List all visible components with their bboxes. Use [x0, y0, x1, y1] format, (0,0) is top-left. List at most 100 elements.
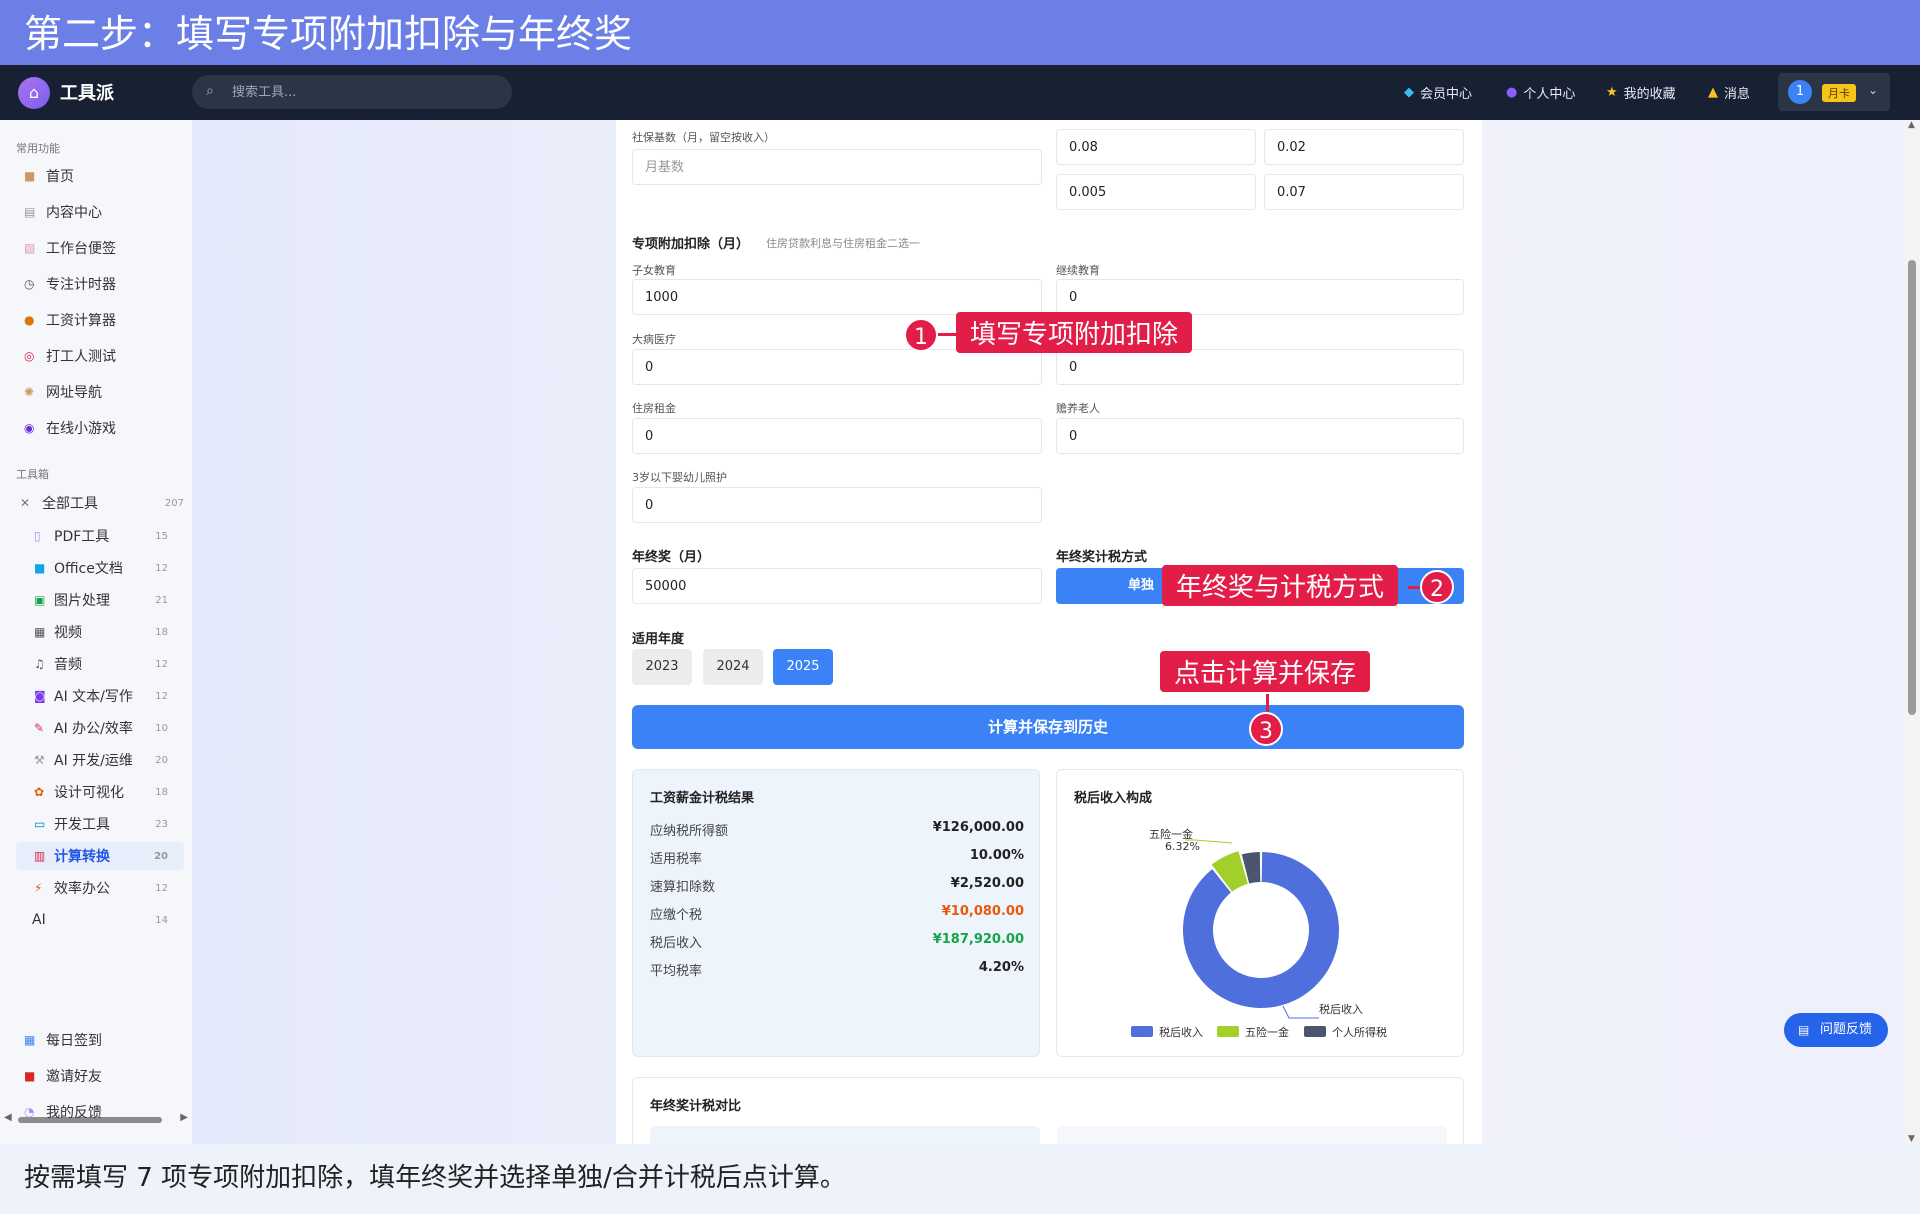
nav-favorites[interactable]: ★ 我的收藏 — [1606, 83, 1676, 102]
calculate-save-button[interactable]: 计算并保存到历史 — [632, 705, 1464, 749]
legend-swatch[interactable] — [1217, 1026, 1239, 1037]
sidebar-item-video[interactable]: ▦ 视频 18 — [16, 618, 184, 646]
step-banner: 第二步：填写专项附加扣除与年终奖 — [0, 0, 1920, 65]
annotation-label-1: 填写专项附加扣除 — [956, 312, 1193, 353]
nav-member-center[interactable]: ◆ 会员中心 — [1404, 83, 1472, 102]
sidebar-item-checkin[interactable]: ▦ 每日签到 — [24, 1026, 184, 1054]
rent-input[interactable] — [632, 418, 1042, 454]
housing-loan-input[interactable] — [1056, 349, 1464, 385]
sidebar-item-salary[interactable]: ● 工资计算器 — [24, 306, 184, 334]
house-icon: ■ — [24, 169, 36, 183]
stopwatch-icon: ◷ — [24, 277, 35, 291]
year-label: 适用年度 — [632, 632, 685, 647]
sidebar-item-devtools[interactable]: ▭ 开发工具 23 — [16, 810, 184, 838]
year-2025-button[interactable]: 2025 — [773, 649, 833, 685]
scrollbar-thumb[interactable] — [1908, 260, 1916, 715]
sidebar-item-audio[interactable]: ♫ 音频 12 — [16, 650, 184, 678]
infant-input[interactable] — [632, 487, 1042, 523]
sidebar-item-design[interactable]: ✿ 设计可视化 18 — [16, 778, 184, 806]
page-vertical-scrollbar[interactable]: ▲ ▼ — [1904, 120, 1920, 1144]
feedback-button[interactable]: ▤ 问题反馈 — [1784, 1013, 1888, 1047]
scroll-up-arrow-icon[interactable]: ▲ — [1908, 120, 1915, 130]
sidebar-section-common: 常用功能 — [16, 142, 60, 155]
deduction-section-title: 专项附加扣除（月） — [632, 237, 750, 252]
step-caption: 按需填写 7 项专项附加扣除，填年终奖并选择单独/合并计税后点计算。 — [0, 1144, 1920, 1214]
bell-icon: ▲ — [1708, 85, 1718, 100]
medical-rate-input[interactable] — [1264, 129, 1464, 165]
scroll-left-arrow-icon[interactable]: ◀ — [4, 1112, 12, 1123]
housing-fund-rate-input[interactable] — [1264, 174, 1464, 210]
robot-icon: ◙ — [34, 689, 46, 703]
elder-input[interactable] — [1056, 418, 1464, 454]
sidebar-item-image[interactable]: ▣ 图片处理 21 — [16, 586, 184, 614]
sidebar-item-calc-convert[interactable]: ▥ 计算转换 20 — [16, 842, 184, 870]
comparison-title: 年终奖计税对比 — [650, 1099, 742, 1114]
income-composition-card: 税后收入构成 五险一金 6.32% 税后收入 税后收入 五险一金 个人所得税 — [1056, 769, 1464, 1057]
sidebar-item-invite[interactable]: ■ 邀请好友 — [24, 1062, 184, 1090]
nav-personal-center[interactable]: ● 个人中心 — [1506, 83, 1575, 102]
result-row: 平均税率 4.20% — [650, 960, 1024, 979]
unemployment-rate-input[interactable] — [1056, 174, 1256, 210]
callout-label-after-tax: 税后收入 — [1319, 1002, 1363, 1016]
abacus-icon: ▥ — [34, 849, 46, 863]
nav-messages[interactable]: ▲ 消息 — [1708, 83, 1750, 102]
year-2023-button[interactable]: 2023 — [632, 649, 692, 685]
logo-icon[interactable]: ⌂ — [18, 77, 50, 109]
sidebar-item-home[interactable]: ■ 首页 — [24, 162, 184, 190]
sidebar-item-office[interactable]: ■ Office文档 12 — [16, 554, 184, 582]
user-menu[interactable]: 1 月卡 ⌄ — [1778, 73, 1890, 111]
search-input[interactable] — [232, 75, 502, 109]
chevron-down-icon: ⌄ — [1868, 83, 1879, 97]
scroll-down-arrow-icon[interactable]: ▼ — [1908, 1134, 1915, 1144]
sidebar-item-ai-writing[interactable]: ◙ AI 文本/写作 12 — [16, 682, 184, 710]
sidebar-item-notes[interactable]: ▧ 工作台便签 — [24, 234, 184, 262]
sidebar-item-all-tools[interactable]: ✕ 全部工具 207 — [20, 489, 188, 517]
sidebar-item-nav[interactable]: ✺ 网址导航 — [24, 378, 184, 406]
child-edu-label: 子女教育 — [632, 264, 676, 277]
laptop-icon: ▭ — [34, 817, 46, 831]
legend-swatch[interactable] — [1131, 1026, 1153, 1037]
legend-label: 个人所得税 — [1332, 1025, 1387, 1039]
legend-label: 五险一金 — [1245, 1025, 1289, 1039]
sidebar-item-ai[interactable]: AI 14 — [16, 906, 184, 934]
bonus-input[interactable] — [632, 568, 1042, 604]
sidebar-item-ai-dev[interactable]: ⚒ AI 开发/运维 20 — [16, 746, 184, 774]
search-box[interactable]: ⌕ — [192, 75, 512, 109]
callout-line-after-tax — [1282, 1005, 1319, 1019]
continue-edu-label: 继续教育 — [1056, 264, 1100, 277]
result-row: 速算扣除数 ¥2,520.00 — [650, 876, 1024, 895]
continue-edu-input[interactable] — [1056, 279, 1464, 315]
donut-slice-0[interactable] — [1183, 852, 1339, 1008]
year-2024-button[interactable]: 2024 — [703, 649, 763, 685]
sidebar-item-timer[interactable]: ◷ 专注计时器 — [24, 270, 184, 298]
logo-text[interactable]: 工具派 — [60, 79, 114, 105]
sidebar-item-ai-office[interactable]: ✎ AI 办公/效率 10 — [16, 714, 184, 742]
sidebar-item-feedback[interactable]: ◔ 我的反馈 — [24, 1098, 184, 1126]
newspaper-icon: ▤ — [24, 205, 36, 219]
sidebar-item-games[interactable]: ◉ 在线小游戏 — [24, 414, 184, 442]
annotation-marker-2: 2 — [1420, 570, 1454, 604]
annotation-label-3: 点击计算并保存 — [1160, 651, 1371, 692]
sidebar: 常用功能 ■ 首页 ▤ 内容中心 ▧ 工作台便签 ◷ 专注计时器 ● 工资计算器 ◎ 打工人… — [0, 120, 192, 1144]
medical-input[interactable] — [632, 349, 1042, 385]
sidebar-item-worker-test[interactable]: ◎ 打工人测试 — [24, 342, 184, 370]
tools-icon: ✕ — [20, 496, 31, 510]
blue-book-icon: ■ — [34, 561, 46, 575]
star-icon: ★ — [1606, 85, 1618, 100]
callout-label-wuxian: 五险一金 — [1149, 827, 1193, 841]
pension-rate-input[interactable] — [1056, 129, 1256, 165]
sidebar-item-content[interactable]: ▤ 内容中心 — [24, 198, 184, 226]
membership-badge: 月卡 — [1822, 84, 1856, 102]
annotation-label-2: 年终奖与计税方式 — [1162, 565, 1399, 606]
child-edu-input[interactable] — [632, 279, 1042, 315]
donut-chart: 五险一金6.32%税后收入税后收入 五险一金 个人所得税 — [1131, 827, 1387, 1039]
gem-icon: ◆ — [1404, 85, 1414, 100]
sidebar-item-pdf[interactable]: ▯ PDF工具 15 — [16, 522, 184, 550]
social-base-input[interactable] — [632, 149, 1042, 185]
palette-icon: ✿ — [34, 785, 45, 799]
sidebar-item-efficiency[interactable]: ⚡ 效率办公 12 — [16, 874, 184, 902]
music-note-icon: ♫ — [34, 657, 45, 671]
legend-swatch[interactable] — [1304, 1026, 1326, 1037]
social-base-label: 社保基数（月，留空按收入） — [632, 131, 775, 144]
picture-icon: ▣ — [34, 593, 46, 607]
